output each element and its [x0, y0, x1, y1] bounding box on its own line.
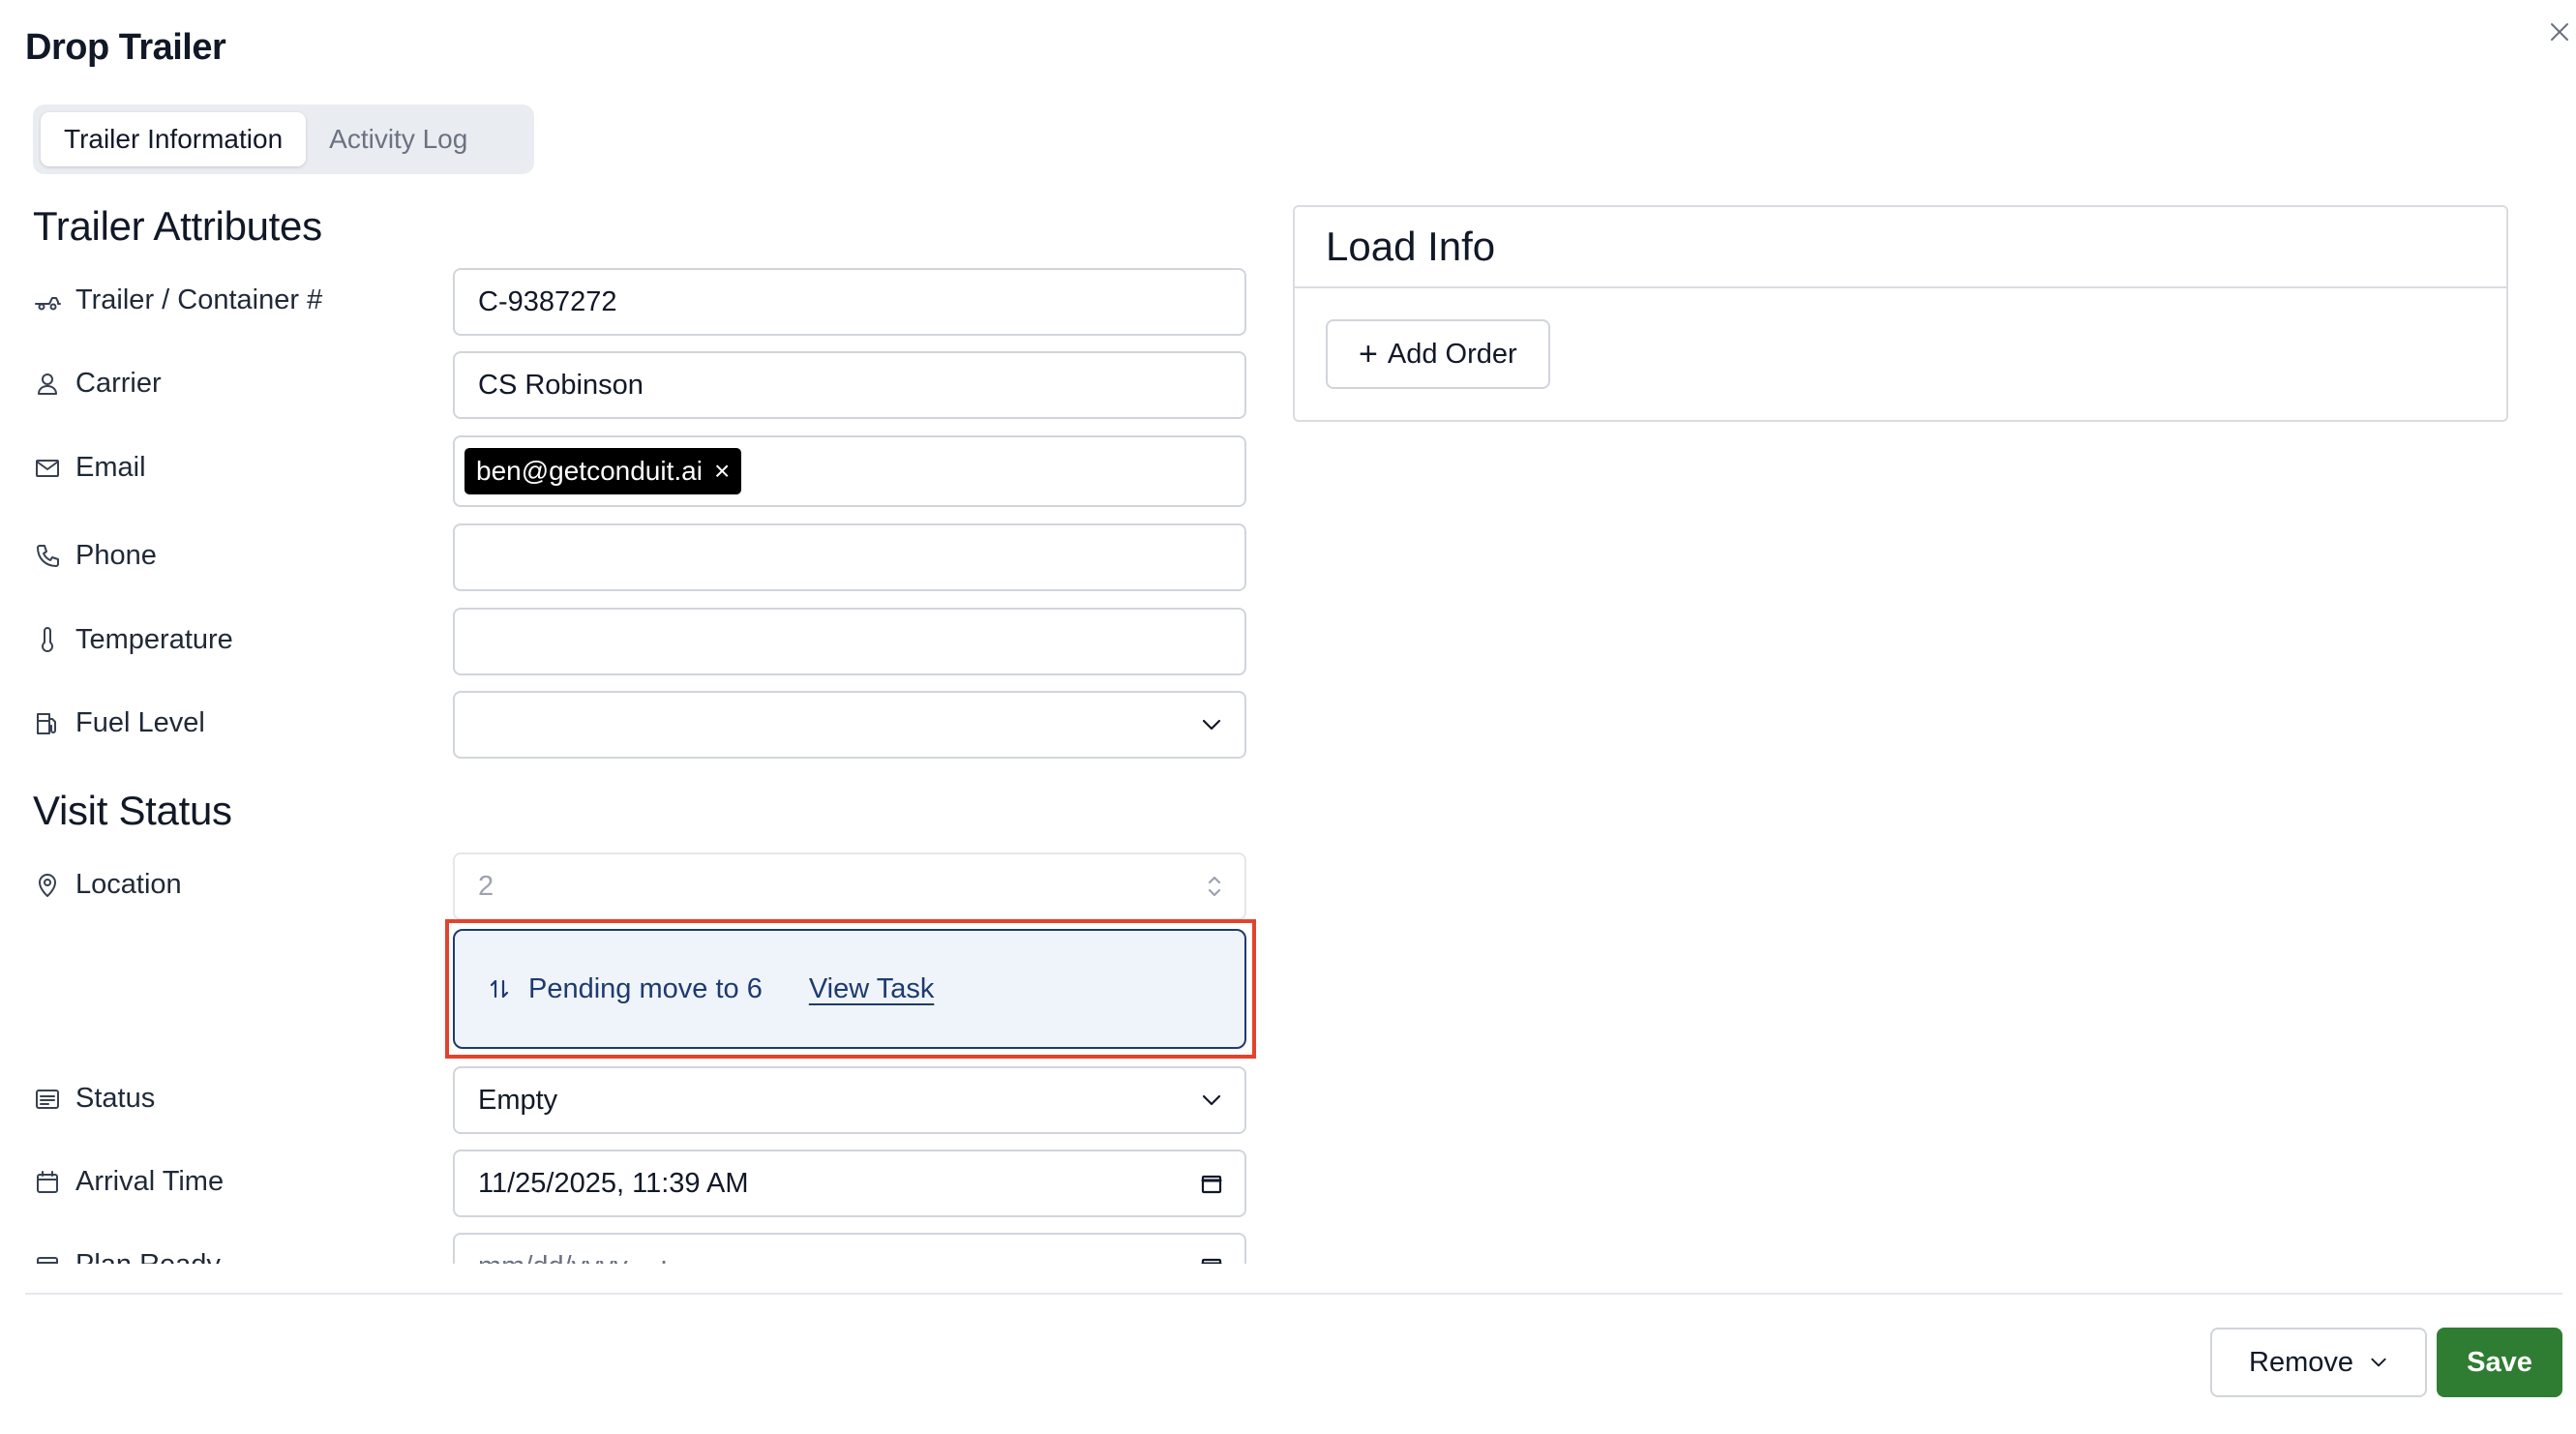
calendar-picker-icon[interactable] [1200, 1255, 1223, 1264]
email-tags-input[interactable]: ben@getconduit.ai × [453, 435, 1246, 507]
carrier-label-text: Carrier [75, 368, 162, 399]
plan-ready-label: Plan Ready [33, 1249, 221, 1264]
chevron-down-icon [1200, 713, 1223, 736]
person-icon [33, 370, 62, 399]
email-label-text: Email [75, 452, 146, 483]
trailer-container-value: C-9387272 [478, 285, 617, 317]
location-label-text: Location [75, 869, 182, 900]
trailer-container-input[interactable]: C-9387272 [453, 268, 1246, 336]
fuel-pump-icon [33, 709, 62, 738]
plan-ready-value: mm/dd/yyyy, --:-- -- [478, 1251, 713, 1265]
stepper-icon [1206, 873, 1223, 900]
dialog-title: Drop Trailer [25, 27, 226, 68]
carrier-value: CS Robinson [478, 369, 644, 401]
phone-label-text: Phone [75, 540, 157, 571]
pending-move-text: Pending move to 6 [528, 972, 763, 1004]
status-label-text: Status [75, 1083, 156, 1114]
carrier-input[interactable]: CS Robinson [453, 351, 1246, 419]
view-task-link[interactable]: View Task [809, 973, 935, 1005]
truck-icon [33, 286, 62, 315]
add-order-button[interactable]: + Add Order [1326, 319, 1550, 389]
plus-icon: + [1359, 335, 1378, 373]
save-button[interactable]: Save [2437, 1328, 2562, 1397]
tab-bar: Trailer Information Activity Log [33, 105, 534, 174]
carrier-label: Carrier [33, 368, 162, 400]
add-order-label: Add Order [1387, 338, 1517, 370]
trailer-attributes-heading: Trailer Attributes [33, 203, 322, 249]
location-label: Location [33, 869, 182, 901]
temperature-label: Temperature [33, 624, 233, 656]
temperature-input[interactable] [453, 608, 1246, 675]
load-info-panel: Load Info + Add Order [1293, 205, 2508, 422]
tab-activity-log[interactable]: Activity Log [306, 112, 491, 166]
email-chip-remove-button[interactable]: × [714, 456, 730, 487]
status-value: Empty [478, 1084, 558, 1116]
trailer-container-label: Trailer / Container # [33, 284, 322, 316]
location-number-input[interactable]: 2 [453, 852, 1246, 920]
pending-move-banner: Pending move to 6 View Task [453, 929, 1246, 1049]
envelope-icon [33, 454, 62, 483]
plan-ready-label-text: Plan Ready [75, 1249, 221, 1264]
email-chip-text: ben@getconduit.ai [476, 456, 703, 486]
remove-button[interactable]: Remove [2210, 1328, 2427, 1397]
email-chip: ben@getconduit.ai × [464, 448, 742, 494]
list-icon [33, 1085, 62, 1114]
visit-status-heading: Visit Status [33, 788, 232, 833]
chevron-down-icon [2371, 1358, 2386, 1367]
calendar-icon [33, 1251, 62, 1264]
location-value: 2 [478, 870, 494, 902]
fuel-level-label-text: Fuel Level [75, 707, 205, 738]
remove-label: Remove [2249, 1346, 2353, 1378]
fuel-level-label: Fuel Level [33, 707, 205, 739]
temperature-label-text: Temperature [75, 624, 233, 655]
arrival-time-label: Arrival Time [33, 1166, 224, 1198]
scroll-clip-region: Plan Ready mm/dd/yyyy, --:-- -- [0, 1229, 1277, 1264]
chevron-down-icon [1200, 1089, 1223, 1112]
plan-ready-input[interactable]: mm/dd/yyyy, --:-- -- [453, 1233, 1246, 1264]
status-label: Status [33, 1083, 155, 1115]
phone-input[interactable] [453, 523, 1246, 591]
arrival-time-label-text: Arrival Time [75, 1166, 225, 1197]
map-pin-icon [33, 871, 62, 900]
calendar-icon [33, 1168, 62, 1197]
trailer-container-label-text: Trailer / Container # [75, 284, 323, 315]
phone-icon [33, 542, 62, 571]
load-info-title: Load Info [1295, 207, 2506, 288]
swap-vertical-icon [490, 979, 509, 999]
tab-trailer-information[interactable]: Trailer Information [41, 112, 307, 166]
calendar-picker-icon[interactable] [1200, 1172, 1223, 1195]
email-label: Email [33, 452, 146, 484]
footer-divider [25, 1293, 2562, 1295]
phone-label: Phone [33, 540, 157, 572]
close-icon [2551, 23, 2568, 41]
drop-trailer-dialog: Drop Trailer Trailer Information Activit… [0, 0, 2576, 1434]
close-button[interactable] [2543, 15, 2576, 48]
thermometer-icon [33, 626, 62, 655]
arrival-time-value: 11/25/2025, 11:39 AM [478, 1167, 749, 1199]
arrival-time-input[interactable]: 11/25/2025, 11:39 AM [453, 1150, 1246, 1217]
fuel-level-select[interactable] [453, 691, 1246, 759]
status-select[interactable]: Empty [453, 1066, 1246, 1134]
